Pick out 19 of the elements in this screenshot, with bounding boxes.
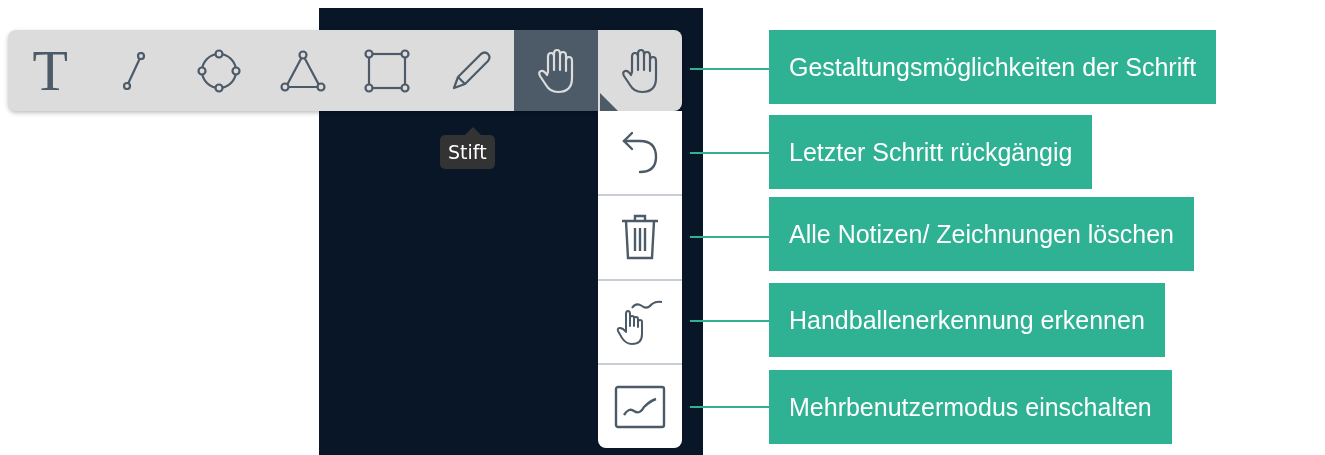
hand-icon [619, 47, 660, 94]
callout-label: Handballenerkennung erkennen [769, 283, 1165, 357]
callout-label: Gestaltungsmöglichkeiten der Schrift [769, 30, 1217, 104]
tooltip: Stift [440, 135, 495, 169]
hand-icon [535, 47, 576, 94]
tool-button[interactable]: T [8, 30, 93, 111]
circle-tool-icon [196, 48, 241, 93]
chart-icon [614, 384, 666, 429]
rectangle-tool-icon [364, 48, 411, 93]
trash-icon [620, 213, 660, 262]
triangle-tool-icon [279, 49, 326, 92]
callout-label: Alle Notizen/ Zeichnungen löschen [769, 197, 1194, 271]
undo-icon [620, 129, 660, 176]
tool-button[interactable] [513, 30, 598, 111]
tooltip-pointer-icon [465, 127, 481, 135]
line-tool-icon [123, 51, 146, 90]
callout-label: Mehrbenutzermodus einschalten [769, 370, 1172, 444]
pencil-icon [450, 49, 493, 92]
callout-label: Letzter Schritt rückgängig [769, 115, 1093, 189]
